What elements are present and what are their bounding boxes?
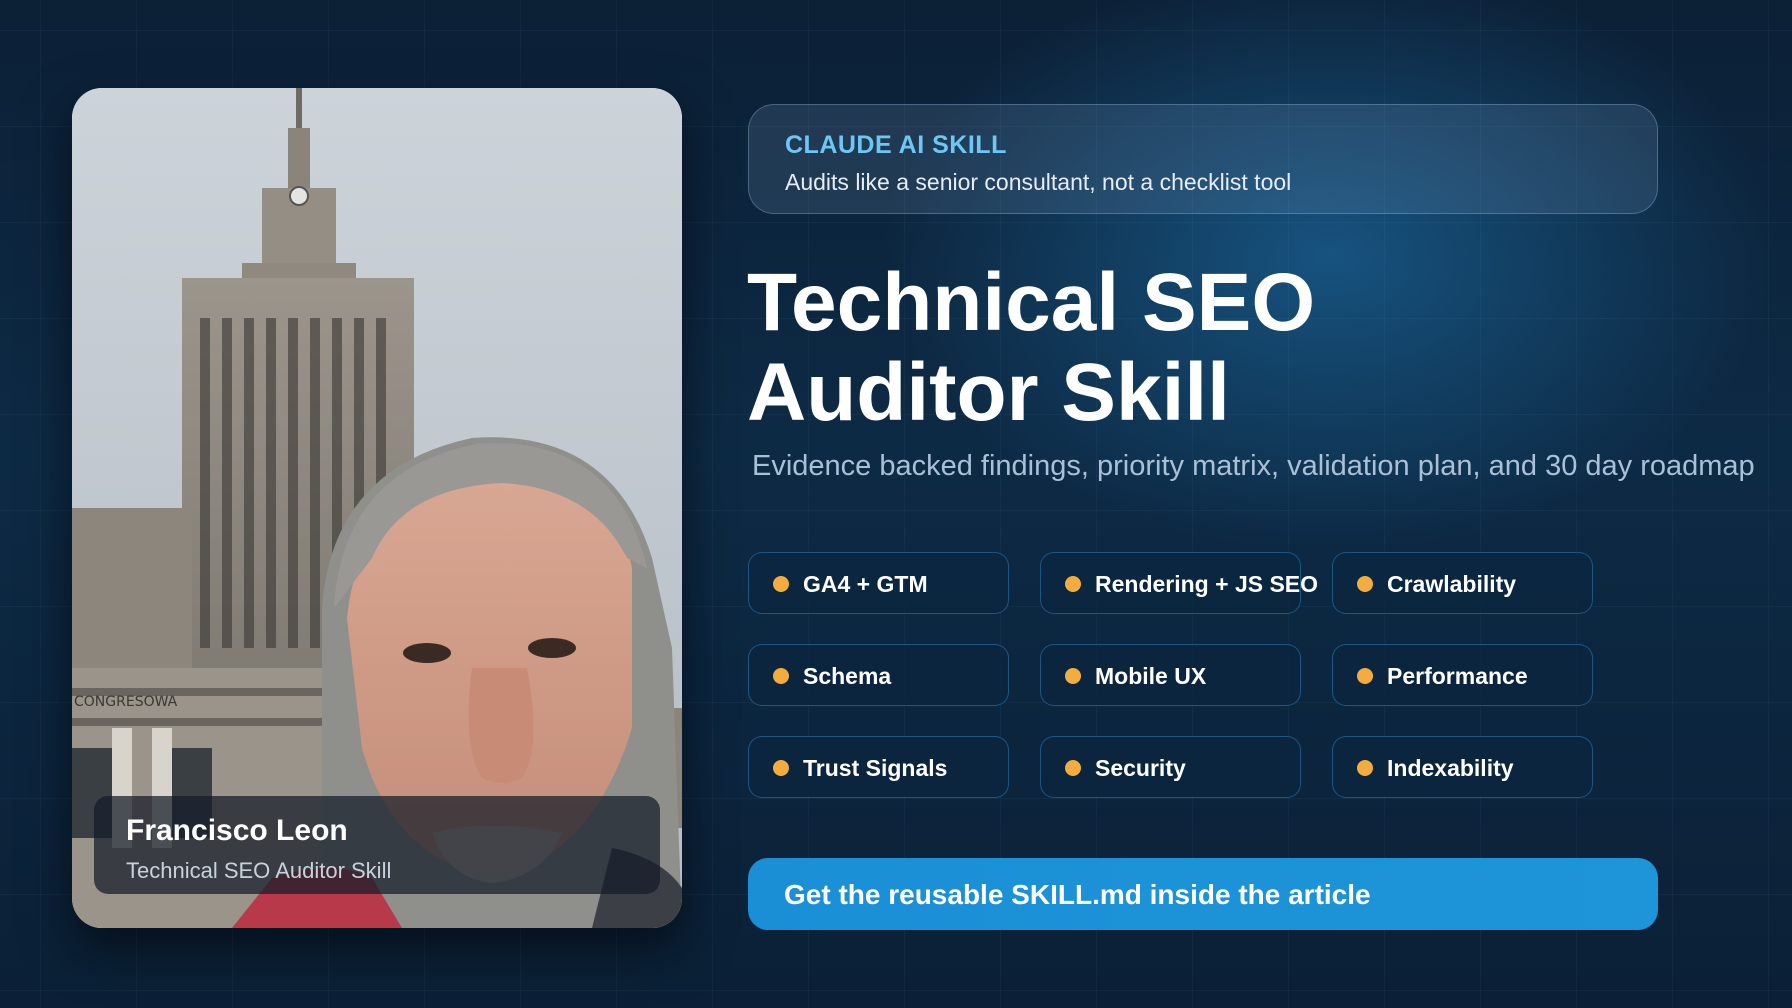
chip-dot-icon — [1357, 576, 1373, 592]
chip-dot-icon — [773, 668, 789, 684]
chip-dot-icon — [773, 576, 789, 592]
chip-label: Rendering + JS SEO — [1095, 571, 1319, 597]
chip-security: Security — [1040, 736, 1301, 798]
chip-dot-icon — [1357, 668, 1373, 684]
page-title: Technical SEO Auditor Skill — [747, 258, 1647, 438]
title-line-2: Auditor Skill — [747, 347, 1230, 438]
chip-label: Indexability — [1387, 755, 1514, 781]
chip-schema: Schema — [748, 644, 1009, 706]
chip-dot-icon — [1357, 760, 1373, 776]
chip-dot-icon — [1065, 760, 1081, 776]
chip-label: Schema — [803, 663, 892, 689]
cta-button[interactable]: Get the reusable SKILL.md inside the art… — [748, 858, 1658, 930]
profile-photo-card: CONGRESOWA Francisco Leon Technical SEO … — [72, 88, 682, 928]
topic-chips: GA4 + GTM Rendering + JS SEO Crawlabilit… — [748, 552, 1598, 800]
page-subtitle: Evidence backed findings, priority matri… — [752, 450, 1755, 482]
chip-label: Trust Signals — [803, 755, 948, 781]
skill-badge: CLAUDE AI SKILL Audits like a senior con… — [748, 104, 1658, 214]
chip-trust-signals: Trust Signals — [748, 736, 1009, 798]
chip-indexability: Indexability — [1332, 736, 1593, 798]
chip-label: Crawlability — [1387, 571, 1517, 597]
chip-ga4-gtm: GA4 + GTM — [748, 552, 1009, 614]
chip-dot-icon — [773, 760, 789, 776]
profile-caption: Francisco Leon Technical SEO Auditor Ski… — [94, 796, 660, 894]
badge-text: Audits like a senior consultant, not a c… — [785, 169, 1292, 195]
chip-dot-icon — [1065, 576, 1081, 592]
badge-label: CLAUDE AI SKILL — [785, 131, 1007, 159]
profile-role: Technical SEO Auditor Skill — [126, 858, 392, 883]
chip-performance: Performance — [1332, 644, 1593, 706]
title-line-1: Technical SEO — [747, 257, 1316, 348]
chip-label: Mobile UX — [1095, 663, 1207, 689]
cta-label: Get the reusable SKILL.md inside the art… — [784, 879, 1371, 910]
chip-label: Security — [1095, 755, 1186, 781]
chip-label: GA4 + GTM — [803, 571, 928, 597]
chip-dot-icon — [1065, 668, 1081, 684]
chip-label: Performance — [1387, 663, 1528, 689]
svg-text:CONGRESOWA: CONGRESOWA — [74, 694, 178, 710]
chip-rendering-js-seo: Rendering + JS SEO — [1040, 552, 1318, 614]
chip-mobile-ux: Mobile UX — [1040, 644, 1301, 706]
chip-crawlability: Crawlability — [1332, 552, 1593, 614]
profile-name: Francisco Leon — [126, 814, 348, 847]
